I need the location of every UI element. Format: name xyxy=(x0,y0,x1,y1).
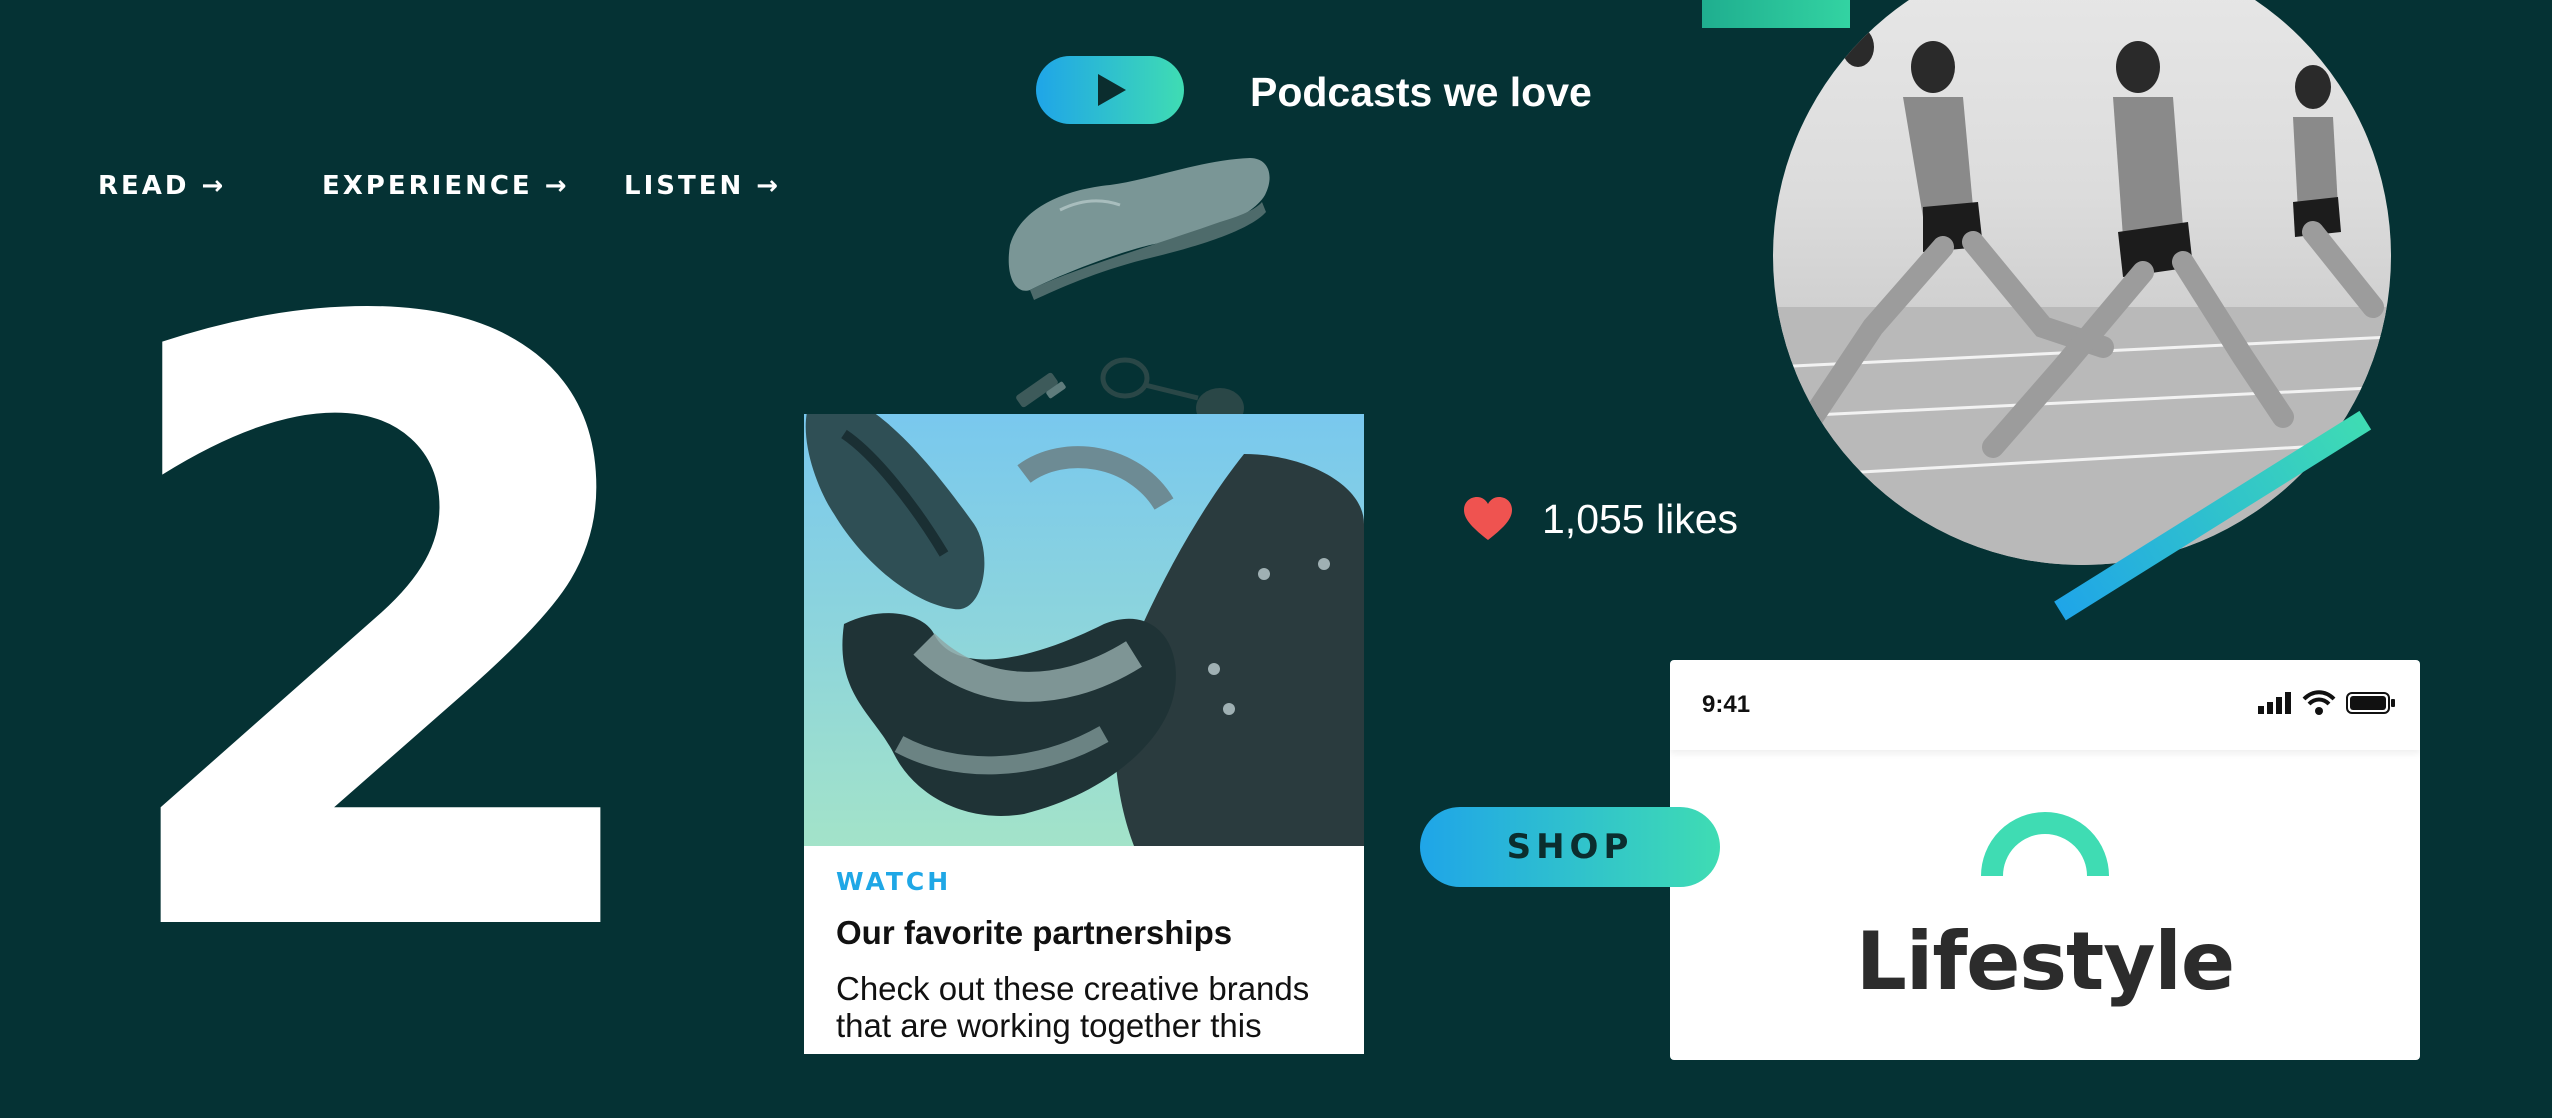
podcasts-label[interactable]: Podcasts we love xyxy=(1250,64,1592,120)
play-button[interactable] xyxy=(1036,56,1184,124)
hero-number: 2 xyxy=(95,152,673,1118)
card-kicker: WATCH xyxy=(836,867,952,896)
phone-title: Lifestyle xyxy=(1855,915,2235,1008)
lip-balm-illustration xyxy=(1016,372,1066,408)
progress-arc-icon xyxy=(1981,812,2109,877)
likes-count: 1,055 likes xyxy=(1542,496,1739,542)
top-accent-bar xyxy=(1702,0,1850,28)
battery-icon xyxy=(2346,692,2395,714)
wifi-icon xyxy=(2302,690,2336,715)
watch-card[interactable]: WATCH Our favorite partnerships Check ou… xyxy=(804,414,1364,1054)
phone-status-bar: 9:41 xyxy=(1670,660,2420,750)
card-body: Check out these creative brands that are… xyxy=(836,970,1310,1044)
play-icon xyxy=(1098,74,1126,106)
sneaker-icon xyxy=(805,414,985,610)
card-title[interactable]: Our favorite partnerships xyxy=(836,912,1232,954)
product-collage xyxy=(805,414,1364,846)
shop-button[interactable]: SHOP xyxy=(1420,807,1720,887)
heart-icon[interactable] xyxy=(1462,496,1514,542)
runners-illustration xyxy=(1773,27,2391,565)
card-image xyxy=(804,414,1364,846)
phone-mockup: 9:41 Lifestyle xyxy=(1670,660,2420,1060)
phone-time: 9:41 xyxy=(1702,691,1751,718)
arrow-right-icon: → xyxy=(756,171,779,201)
runners-photo xyxy=(1773,0,2391,565)
signal-icon xyxy=(2258,692,2291,714)
sneaker-illustration xyxy=(1008,158,1270,300)
